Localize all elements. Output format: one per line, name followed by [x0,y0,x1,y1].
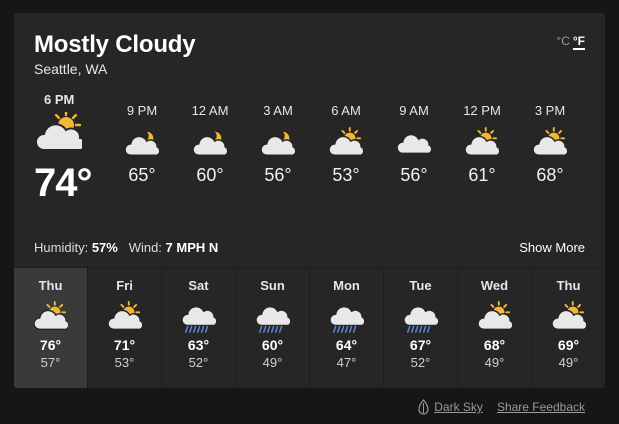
footer: Dark Sky Share Feedback [418,399,585,415]
fahrenheit-toggle[interactable]: °F [572,35,585,50]
day-low-temperature: 49° [558,355,579,370]
day-name: Thu [556,278,581,293]
hourly-item: 6 AM 53° [316,103,376,186]
partly-cloudy-day-icon [33,300,68,330]
day-high-temperature: 67° [409,337,432,353]
dark-sky-logo-icon [418,399,429,415]
humidity-value: 57% [91,240,118,255]
day-name: Tue [409,278,432,293]
daily-forecast: Thu 76° 57° Fri 71° 53° Sat 63° 52° Sun 60° 49° Mon 6… [14,267,605,388]
current-time: 6 PM [44,92,75,107]
rain-icon [181,305,216,333]
celsius-toggle[interactable]: °C [556,34,569,48]
wind-value: 7 MPH N [165,240,219,255]
day-high-temperature: 64° [335,337,358,353]
current-temperature: 74° [34,161,92,205]
partly-cloudy-day-icon [107,300,142,330]
day-tab-wed[interactable]: Wed 68° 49° [458,268,532,388]
hourly-item: 3 AM 56° [248,103,308,186]
partly-cloudy-night-icon [261,130,295,156]
wind-label: Wind: [128,240,162,255]
hour-time: 3 PM [534,103,566,118]
hourly-item: 12 PM 61° [452,103,512,186]
hour-time: 12 AM [191,103,229,118]
day-low-temperature: 47° [336,355,357,370]
hourly-item: 9 AM 56° [384,103,444,186]
hour-time: 6 AM [331,103,361,118]
partly-cloudy-day-icon [36,112,82,151]
day-name: Sat [188,278,209,293]
partly-cloudy-day-icon [533,127,567,156]
hour-temperature: 56° [400,165,428,185]
rain-icon [403,305,438,333]
hour-temperature: 56° [264,165,292,185]
day-name: Wed [480,278,509,293]
dark-sky-link[interactable]: Dark Sky [434,400,483,414]
day-name: Sun [260,278,285,293]
day-high-temperature: 69° [557,337,580,353]
day-name: Mon [333,278,360,293]
day-low-temperature: 49° [484,355,505,370]
partly-cloudy-day-icon [465,127,499,156]
hour-temperature: 53° [332,165,360,185]
rain-icon [255,305,290,333]
day-high-temperature: 76° [39,337,62,353]
hourly-item: 3 PM 68° [520,103,580,186]
location-label: Seattle, WA [34,61,108,77]
weather-details: Humidity: 57% Wind: 7 MPH N [34,240,218,255]
dark-sky-link-wrapper: Dark Sky [418,399,483,415]
day-name: Thu [38,278,63,293]
show-more-button[interactable]: Show More [519,240,585,255]
hour-time: 3 AM [263,103,293,118]
day-tab-thu[interactable]: Thu 76° 57° [14,268,88,388]
day-tab-sun[interactable]: Sun 60° 49° [236,268,310,388]
hour-time: 9 AM [399,103,429,118]
humidity-label: Humidity: [34,240,89,255]
current-condition: Mostly Cloudy [34,31,196,58]
day-low-temperature: 53° [114,355,135,370]
cloudy-icon [397,133,431,155]
share-feedback-link[interactable]: Share Feedback [497,400,585,414]
day-high-temperature: 68° [483,337,506,353]
partly-cloudy-day-icon [329,127,363,156]
day-tab-thu[interactable]: Thu 69° 49° [532,268,605,388]
hourly-item: 9 PM 65° [112,103,172,186]
day-low-temperature: 52° [188,355,209,370]
rain-icon [329,305,364,333]
hour-temperature: 60° [196,165,224,185]
hour-temperature: 61° [468,165,496,185]
day-tab-fri[interactable]: Fri 71° 53° [88,268,162,388]
day-low-temperature: 49° [262,355,283,370]
hour-time: 12 PM [463,103,501,118]
day-high-temperature: 71° [113,337,136,353]
day-low-temperature: 52° [410,355,431,370]
partly-cloudy-day-icon [477,300,512,330]
partly-cloudy-night-icon [125,130,159,156]
day-tab-mon[interactable]: Mon 64° 47° [310,268,384,388]
day-low-temperature: 57° [40,355,61,370]
day-tab-tue[interactable]: Tue 67° 52° [384,268,458,388]
day-name: Fri [116,278,133,293]
hour-temperature: 68° [536,165,564,185]
day-tab-sat[interactable]: Sat 63° 52° [162,268,236,388]
weather-card: Mostly Cloudy Seattle, WA °C °F 6 PM 74°… [14,13,605,388]
partly-cloudy-day-icon [551,300,586,330]
hourly-item: 12 AM 60° [180,103,240,186]
partly-cloudy-night-icon [193,130,227,156]
unit-toggle: °C °F [556,34,585,50]
day-high-temperature: 63° [187,337,210,353]
day-high-temperature: 60° [261,337,284,353]
hour-temperature: 65° [128,165,156,185]
hour-time: 9 PM [126,103,158,118]
